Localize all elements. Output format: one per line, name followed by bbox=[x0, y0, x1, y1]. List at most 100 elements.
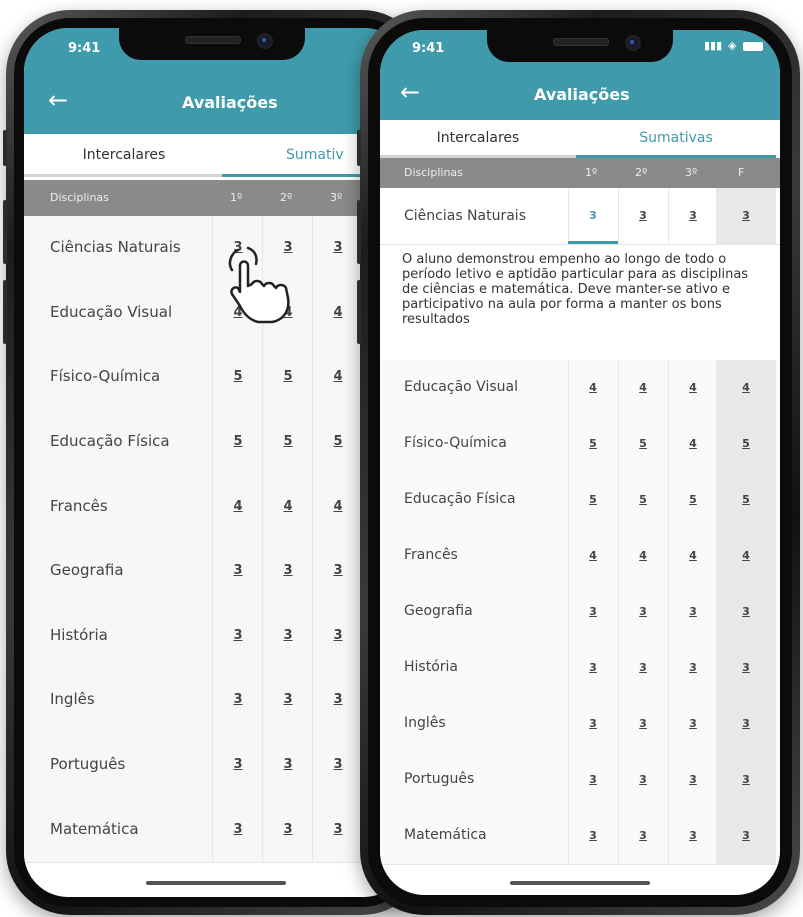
grade-1[interactable]: 5 bbox=[583, 493, 603, 506]
grade-2[interactable]: 3 bbox=[633, 717, 653, 730]
grade-1[interactable]: 3 bbox=[228, 628, 248, 643]
grade-2[interactable]: 5 bbox=[278, 369, 298, 384]
grade-1[interactable]: 4 bbox=[583, 381, 603, 394]
grade-1[interactable]: 3 bbox=[228, 692, 248, 707]
grade-3[interactable]: 3 bbox=[683, 717, 703, 730]
grade-2[interactable]: 3 bbox=[278, 822, 298, 837]
table-row[interactable]: Português 3 3 3 bbox=[24, 732, 408, 799]
col-1: 1º bbox=[585, 166, 598, 179]
grade-3[interactable]: 5 bbox=[683, 493, 703, 506]
grade-1[interactable]: 3 bbox=[228, 563, 248, 578]
col-disciplinas: Disciplinas bbox=[404, 166, 463, 179]
grade-2[interactable]: 4 bbox=[633, 549, 653, 562]
table-header: Disciplinas 1º 2º 3º F bbox=[380, 158, 780, 188]
grade-1[interactable]: 3 bbox=[583, 717, 603, 730]
grade-1[interactable]: 5 bbox=[583, 437, 603, 450]
grade-1-selected[interactable]: 3 bbox=[583, 209, 603, 222]
table-row[interactable]: Educação Física 5 5 5 5 bbox=[380, 472, 780, 529]
grade-1[interactable]: 3 bbox=[583, 829, 603, 842]
grade-1[interactable]: 3 bbox=[228, 822, 248, 837]
grade-final[interactable]: 3 bbox=[736, 829, 756, 842]
grade-final[interactable]: 5 bbox=[736, 493, 756, 506]
table-row[interactable]: Inglês 3 3 3 bbox=[24, 668, 408, 734]
grade-final[interactable]: 3 bbox=[736, 717, 756, 730]
grade-3[interactable]: 3 bbox=[328, 692, 348, 707]
table-row[interactable]: Geografia 3 3 3 bbox=[24, 539, 408, 605]
table-row[interactable]: História 3 3 3 3 bbox=[380, 640, 780, 697]
table-row[interactable]: Francês 4 4 4 bbox=[24, 474, 408, 540]
grade-2[interactable]: 3 bbox=[633, 605, 653, 618]
table-row[interactable]: Educação Visual 4 4 4 bbox=[24, 280, 408, 347]
grade-3[interactable]: 3 bbox=[328, 240, 348, 255]
status-time: 9:41 bbox=[68, 41, 101, 56]
table-row[interactable]: Matemática 3 3 3 bbox=[24, 797, 408, 863]
grade-1[interactable]: 4 bbox=[583, 549, 603, 562]
grade-final[interactable]: 3 bbox=[736, 605, 756, 618]
grade-2[interactable]: 3 bbox=[633, 829, 653, 842]
subject-name: Francês bbox=[404, 547, 458, 563]
table-row[interactable]: Francês 4 4 4 4 bbox=[380, 528, 780, 585]
grade-3[interactable]: 3 bbox=[683, 605, 703, 618]
grade-3[interactable]: 3 bbox=[683, 829, 703, 842]
grade-2[interactable]: 3 bbox=[278, 563, 298, 578]
grade-2[interactable]: 3 bbox=[633, 209, 653, 222]
table-row[interactable]: Educação Visual 4 4 4 4 bbox=[380, 360, 780, 417]
grade-1[interactable]: 3 bbox=[228, 757, 248, 772]
grade-3[interactable]: 4 bbox=[683, 437, 703, 450]
grade-2[interactable]: 5 bbox=[278, 434, 298, 449]
tab-intercalares[interactable]: Intercalares bbox=[24, 147, 224, 163]
table-row[interactable]: Ciências Naturais 3 3 3 bbox=[24, 216, 408, 282]
grade-2[interactable]: 4 bbox=[278, 499, 298, 514]
grade-1[interactable]: 3 bbox=[583, 661, 603, 674]
table-row[interactable]: Educação Física 5 5 5 bbox=[24, 409, 408, 476]
grade-final[interactable]: 4 bbox=[736, 381, 756, 394]
table-row[interactable]: Matemática 3 3 3 3 bbox=[380, 808, 780, 865]
grade-3[interactable]: 3 bbox=[683, 661, 703, 674]
grade-1[interactable]: 5 bbox=[228, 434, 248, 449]
side-button bbox=[3, 280, 7, 344]
tab-intercalares[interactable]: Intercalares bbox=[380, 130, 576, 146]
grade-2[interactable]: 5 bbox=[633, 493, 653, 506]
table-row[interactable]: História 3 3 3 bbox=[24, 603, 408, 670]
grade-final[interactable]: 4 bbox=[736, 549, 756, 562]
arrow-left-icon[interactable]: ← bbox=[48, 88, 68, 112]
grade-3[interactable]: 4 bbox=[683, 549, 703, 562]
table-row[interactable]: Físico-Química 5 5 4 bbox=[24, 345, 408, 411]
table-row-selected[interactable]: Ciências Naturais 3 3 3 3 bbox=[380, 188, 780, 245]
grade-2[interactable]: 3 bbox=[278, 628, 298, 643]
grade-3[interactable]: 4 bbox=[328, 305, 348, 320]
grade-3[interactable]: 5 bbox=[328, 434, 348, 449]
grade-2[interactable]: 3 bbox=[278, 692, 298, 707]
grade-3[interactable]: 4 bbox=[328, 369, 348, 384]
grade-1[interactable]: 3 bbox=[583, 605, 603, 618]
grade-3[interactable]: 3 bbox=[683, 209, 703, 222]
grade-3[interactable]: 3 bbox=[328, 822, 348, 837]
grade-1[interactable]: 4 bbox=[228, 499, 248, 514]
subject-name: Ciências Naturais bbox=[50, 238, 181, 257]
left-screen: 9:41 ← Avaliações Intercalares Sumativ D… bbox=[24, 28, 408, 897]
grade-2[interactable]: 4 bbox=[633, 381, 653, 394]
grade-3[interactable]: 4 bbox=[683, 381, 703, 394]
grade-2[interactable]: 5 bbox=[633, 437, 653, 450]
tab-sumativas[interactable]: Sumativas bbox=[576, 130, 776, 146]
grade-1[interactable]: 3 bbox=[583, 773, 603, 786]
table-row[interactable]: Português 3 3 3 3 bbox=[380, 752, 780, 809]
grade-final[interactable]: 3 bbox=[736, 209, 756, 222]
grade-3[interactable]: 3 bbox=[328, 628, 348, 643]
grade-1[interactable]: 5 bbox=[228, 369, 248, 384]
grade-2[interactable]: 3 bbox=[633, 773, 653, 786]
grade-final[interactable]: 3 bbox=[736, 773, 756, 786]
grade-2[interactable]: 3 bbox=[633, 661, 653, 674]
table-row[interactable]: Geografia 3 3 3 3 bbox=[380, 584, 780, 641]
table-row[interactable]: Inglês 3 3 3 3 bbox=[380, 696, 780, 753]
grade-final[interactable]: 3 bbox=[736, 661, 756, 674]
grade-3[interactable]: 3 bbox=[328, 563, 348, 578]
grade-final[interactable]: 5 bbox=[736, 437, 756, 450]
grade-3[interactable]: 3 bbox=[328, 757, 348, 772]
grade-3[interactable]: 4 bbox=[328, 499, 348, 514]
grade-3[interactable]: 3 bbox=[683, 773, 703, 786]
grade-2[interactable]: 3 bbox=[278, 757, 298, 772]
tab-sumativas[interactable]: Sumativ bbox=[286, 147, 344, 163]
table-row[interactable]: Físico-Química 5 5 4 5 bbox=[380, 416, 780, 473]
arrow-left-icon[interactable]: ← bbox=[400, 80, 420, 104]
